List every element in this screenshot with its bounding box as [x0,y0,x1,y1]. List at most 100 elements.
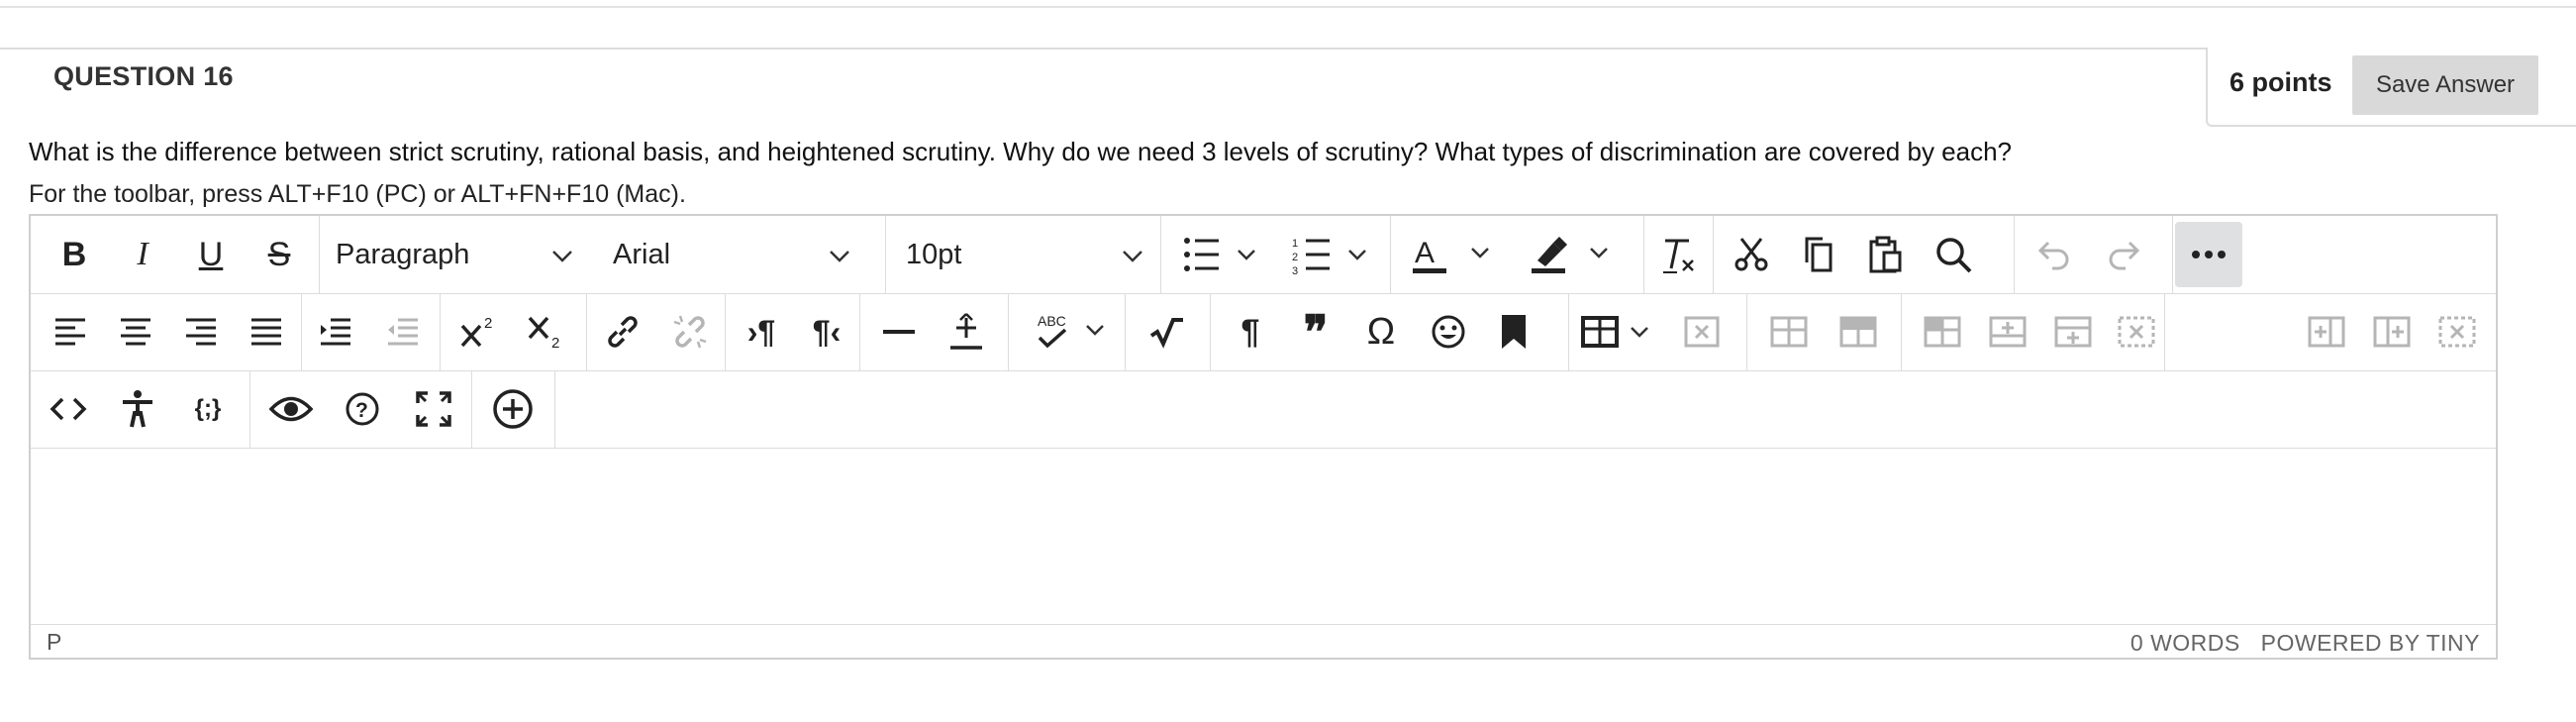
superscript-icon[interactable]: 2 [448,299,510,364]
table-insert-row-before-icon[interactable] [1977,299,2038,364]
clipboard-group [1714,216,2015,293]
indent-icon[interactable] [306,299,365,364]
redo-icon[interactable] [2094,222,2153,287]
clear-group [1644,216,1714,293]
table-delete-row-icon[interactable] [2108,299,2165,364]
code-group: {;} [31,370,250,448]
outdent-icon[interactable] [373,299,433,364]
special-group: ¶ ❞ Ω [1211,293,1569,370]
indent-group [302,293,441,370]
table-cell-props-icon[interactable] [1827,299,1890,364]
link-icon[interactable] [593,299,652,364]
code-icon[interactable] [39,376,98,442]
align-left-icon[interactable] [41,299,100,364]
emoji-icon[interactable] [1419,299,1478,364]
horizontal-line-icon[interactable] [868,299,930,364]
question-header-divider [0,48,2576,50]
history-group [2015,216,2173,293]
undo-icon[interactable] [2025,222,2084,287]
italic-icon[interactable]: I [113,222,172,287]
svg-text:2: 2 [484,315,492,332]
spellcheck-group: ABC [1009,293,1126,370]
numbered-list-icon[interactable]: 1 2 3 [1282,222,1381,287]
table-icon[interactable] [1575,299,1664,364]
add-content-icon[interactable] [482,376,544,442]
variable-icon[interactable]: {;} [177,376,239,442]
more-icon[interactable] [2175,222,2242,287]
omega-icon[interactable]: Ω [1351,299,1411,364]
status-right: 0 WORDS POWERED BY TINY [2117,630,2480,657]
paragraph-mark-icon[interactable]: ¶ [1221,299,1280,364]
toolbar-row-1: B I U S Paragraph Arial 10pt 1 2 3 A [31,216,2496,294]
highlight-icon[interactable] [1520,222,1629,287]
block-format-value: Paragraph [336,238,470,270]
bold-icon[interactable]: B [45,222,104,287]
toolbar-row-3: {;} ? [31,370,2496,449]
blockquote-icon[interactable]: ❞ [1286,299,1345,364]
list-group: 1 2 3 [1161,216,1391,293]
table-delete-col-icon[interactable] [2427,299,2488,364]
font-family-value: Arial [613,238,671,270]
word-count[interactable]: 0 WORDS [2130,630,2240,656]
font-size-group: 10pt [886,216,1161,293]
bullet-list-icon[interactable] [1171,222,1270,287]
cut-icon[interactable] [1722,222,1781,287]
strikethrough-icon[interactable]: S [249,222,309,287]
format-group: B I U S [31,216,320,293]
direction-group: ›¶ ¶‹ [726,293,860,370]
link-group [587,293,726,370]
delete-table-icon[interactable] [1672,299,1732,364]
add-group [472,370,555,448]
rich-text-editor: B I U S Paragraph Arial 10pt 1 2 3 A 2 2… [29,214,2498,660]
script-group: 2 2 [441,293,587,370]
paste-icon[interactable] [1856,222,1916,287]
fullscreen-icon[interactable] [403,376,464,442]
table-insert-col-after-icon[interactable] [2361,299,2423,364]
top-divider [0,6,2576,8]
table-merge-icon[interactable] [1912,299,1973,364]
chevron-down-icon [1122,239,1143,271]
rtl-icon[interactable]: ¶‹ [797,299,856,364]
underline-icon[interactable]: U [181,222,241,287]
copy-icon[interactable] [1789,222,1848,287]
element-path[interactable]: P [47,629,61,656]
table-insert-col-before-icon[interactable] [2296,299,2357,364]
block-format-select[interactable]: Paragraph [336,222,573,287]
math-group [1126,293,1211,370]
preview-icon[interactable] [260,376,322,442]
font-size-value: 10pt [906,238,962,270]
accessibility-icon[interactable] [108,376,167,442]
clear-formatting-icon[interactable] [1649,222,1709,287]
svg-text:A: A [1415,237,1435,269]
svg-text:3: 3 [1292,265,1298,274]
table-group [1569,293,1747,370]
help-icon[interactable]: ? [332,376,393,442]
points-label: 6 points [2229,67,2332,97]
svg-text:1: 1 [1292,238,1298,250]
editor-content-area[interactable] [31,448,2496,624]
unlink-icon[interactable] [660,299,720,364]
align-center-icon[interactable] [106,299,165,364]
justify-icon[interactable] [237,299,296,364]
text-color-icon[interactable]: A [1401,222,1510,287]
bookmark-icon[interactable] [1484,299,1543,364]
spellcheck-icon[interactable]: ABC [1015,299,1122,364]
align-right-icon[interactable] [171,299,231,364]
math-icon[interactable] [1138,299,1197,364]
svg-text:?: ? [355,399,368,422]
powered-by-link[interactable]: POWERED BY TINY [2261,630,2480,656]
search-icon[interactable] [1924,222,1983,287]
ltr-icon[interactable]: ›¶ [732,299,791,364]
table-row-props-icon[interactable] [1757,299,1821,364]
font-group: Paragraph Arial [320,216,886,293]
table-insert-row-after-icon[interactable] [2042,299,2104,364]
font-family-select[interactable]: Arial [613,222,850,287]
save-answer-button[interactable]: Save Answer [2352,55,2538,115]
toolbar-hint: For the toolbar, press ALT+F10 (PC) or A… [29,180,686,208]
font-size-select[interactable]: 10pt [906,222,1143,287]
question-title: QUESTION 16 [53,61,234,91]
toolbar-row-2: 2 2 ›¶ ¶‹ ABC ¶ ❞ Ω [31,293,2496,371]
subscript-icon[interactable]: 2 [516,299,577,364]
points-panel: 6 points Save Answer [2206,48,2576,127]
plus-minus-icon[interactable] [936,299,997,364]
